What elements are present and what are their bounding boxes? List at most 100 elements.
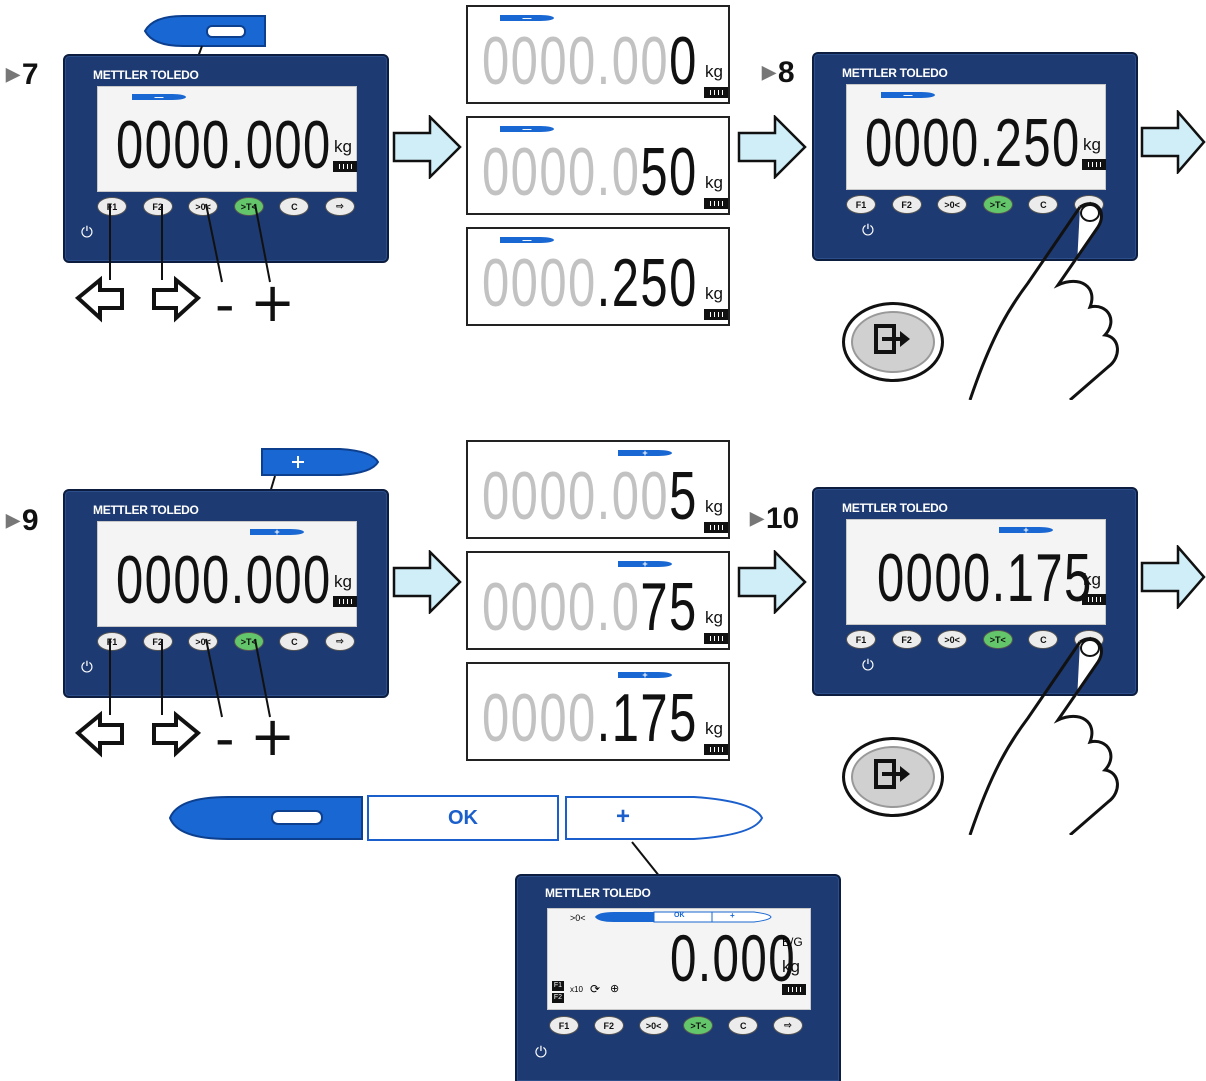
step-number-8: ▶8: [762, 56, 795, 89]
minus-indicator-bar: —: [500, 14, 554, 23]
flow-arrow-10: [737, 550, 807, 614]
selector-ok-segment: OK: [367, 795, 559, 841]
power-icon[interactable]: ⏻: [862, 222, 874, 239]
minus-indicator-bar: —: [132, 93, 186, 102]
battery-icon: [704, 87, 728, 98]
unit-label: kg: [782, 957, 800, 976]
cycle-icon: ⟳: [590, 982, 601, 996]
unit-label: kg: [705, 719, 723, 738]
lcd-display: + 0000.000 kg: [97, 521, 357, 627]
mini-ok-label: OK: [674, 912, 685, 919]
lcd-display: — 0000.000 kg: [97, 86, 357, 192]
battery-icon: [1082, 159, 1106, 170]
battery-icon: [704, 522, 728, 533]
mode-label: B/G: [782, 935, 803, 949]
f1-button[interactable]: F1: [549, 1016, 579, 1035]
flow-arrow-7: [392, 115, 462, 179]
f2-button[interactable]: F2: [891, 195, 922, 214]
plus-key-label: +: [250, 705, 296, 768]
f1-button[interactable]: F1: [846, 195, 876, 214]
pressing-finger-icon: [968, 202, 1119, 400]
plus-indicator-bar: +: [618, 560, 672, 569]
unit-label: kg: [705, 284, 723, 303]
unit-label: kg: [334, 572, 352, 591]
zero-indicator: >0<: [570, 913, 586, 923]
sequence-panel-7b: — 0000.050 kg: [466, 116, 730, 215]
unit-label: kg: [705, 608, 723, 627]
weight-readout: 0000.000: [116, 107, 332, 183]
selector-plus-segment: +: [564, 795, 764, 841]
unit-label: kg: [1083, 570, 1101, 589]
sequence-panel-7c: — 0000.250 kg: [466, 227, 730, 326]
flow-arrow-9: [392, 550, 462, 614]
weight-readout: 0000.175: [877, 540, 1093, 616]
lcd-display: + 0000.175 kg: [846, 519, 1106, 625]
brand-logo: METTLER TOLEDO: [842, 501, 948, 515]
exit-key-zoom: [842, 302, 944, 382]
battery-icon: [333, 596, 357, 607]
network-icon: ⊕: [610, 983, 620, 995]
terminal-final: METTLER TOLEDO >0< OK + 0.000 B/G kg F1 …: [515, 874, 841, 1081]
f1-button[interactable]: F1: [846, 630, 876, 649]
step-number-10: ▶10: [750, 502, 800, 535]
power-icon[interactable]: ⏻: [862, 657, 874, 674]
weight-readout: 0000.250: [865, 105, 1081, 181]
weight-readout: 0000.250: [482, 245, 698, 321]
brand-logo: METTLER TOLEDO: [93, 503, 199, 517]
f2-button[interactable]: F2: [593, 1016, 624, 1035]
mini-plus-label: +: [730, 911, 735, 920]
lcd-display: — 0000.250 kg: [846, 84, 1106, 190]
battery-icon: [704, 744, 728, 755]
exit-button[interactable]: ⇨: [772, 1016, 803, 1035]
f2-indicator: F2: [552, 993, 564, 1003]
zero-button[interactable]: >0<: [638, 1016, 669, 1035]
minus-callout: [143, 14, 268, 48]
f1-indicator: F1: [552, 981, 564, 991]
battery-icon: [1082, 594, 1106, 605]
unit-label: kg: [705, 173, 723, 192]
unit-label: kg: [1083, 135, 1101, 154]
tare-button[interactable]: >T<: [683, 1016, 714, 1035]
sequence-panel-9c: + 0000.175 kg: [466, 662, 730, 761]
unit-label: kg: [334, 137, 352, 156]
weight-readout: 0000.075: [482, 569, 698, 645]
selector-plus-label: +: [616, 803, 631, 830]
plus-key-label: +: [250, 271, 296, 334]
battery-icon: [704, 309, 728, 320]
plus-indicator-bar: +: [999, 526, 1053, 535]
brand-logo: METTLER TOLEDO: [842, 66, 948, 80]
sequence-panel-9a: + 0000.005 kg: [466, 440, 730, 539]
minus-indicator-bar: —: [500, 125, 554, 134]
f2-button[interactable]: F2: [891, 630, 922, 649]
unit-label: kg: [705, 62, 723, 81]
flow-arrow-next-10: [1140, 545, 1206, 609]
weight-readout: 0000.000: [116, 542, 332, 618]
plus-indicator-bar: +: [618, 671, 672, 680]
battery-icon: [704, 633, 728, 644]
plus-indicator-bar: +: [618, 449, 672, 458]
step-number-9: ▶9: [6, 504, 39, 537]
battery-icon: [704, 198, 728, 209]
sequence-panel-7a: — 0000.000 kg: [466, 5, 730, 104]
battery-icon: [782, 984, 806, 995]
exit-button[interactable]: ⇨: [324, 197, 355, 216]
plus-indicator-bar: +: [250, 528, 304, 537]
minus-indicator-bar: —: [500, 236, 554, 245]
weight-readout: 0000.000: [482, 23, 698, 99]
battery-icon: [333, 161, 357, 172]
lcd-display: >0< OK + 0.000 B/G kg F1 F2 x10 ⟳ ⊕: [547, 908, 811, 1010]
flow-arrow-8: [737, 115, 807, 179]
unit-label: kg: [705, 497, 723, 516]
minus-key-label: -: [215, 707, 235, 770]
weight-readout: 0000.005: [482, 458, 698, 534]
power-icon[interactable]: ⏻: [535, 1044, 547, 1061]
clear-button[interactable]: C: [728, 1016, 759, 1035]
minus-indicator-bar: —: [881, 91, 935, 100]
sequence-panel-9b: + 0000.075 kg: [466, 551, 730, 650]
exit-button[interactable]: ⇨: [324, 632, 355, 651]
x10-indicator: x10: [570, 985, 583, 994]
weight-readout: 0000.175: [482, 680, 698, 756]
keypad: F1 F2 >0< >T< C ⇨: [549, 1016, 803, 1035]
exit-key-zoom: [842, 737, 944, 817]
weight-readout: 0000.050: [482, 134, 698, 210]
